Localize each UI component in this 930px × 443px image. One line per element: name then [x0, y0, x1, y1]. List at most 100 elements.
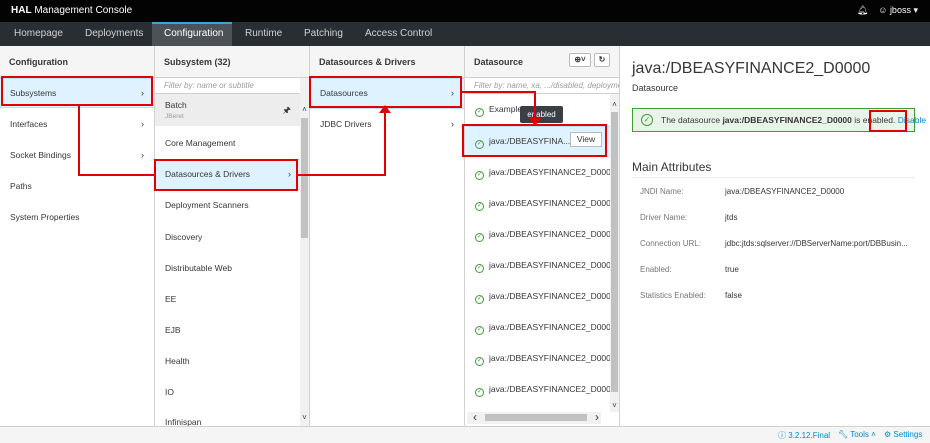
scroll-thumb[interactable]	[485, 414, 587, 421]
subsystem-column: Subsystem (32) Filter by: name or subtit…	[155, 46, 310, 426]
arrow-up-icon	[379, 105, 391, 113]
nav-runtime[interactable]: Runtime	[233, 22, 294, 46]
annotation-line	[298, 174, 386, 176]
config-item-subsystems[interactable]: Subsystems ›	[0, 78, 154, 108]
section-title: Main Attributes	[632, 160, 712, 174]
subsystem-item-distributable-web[interactable]: Distributable Web	[155, 253, 309, 284]
main-nav: Homepage Deployments Configuration Runti…	[0, 22, 930, 46]
nav-configuration[interactable]: Configuration	[152, 22, 232, 46]
check-circle-icon: ✓	[475, 171, 484, 180]
caret-down-icon: ▾	[913, 5, 918, 15]
user-menu[interactable]: ☺ jboss ▾	[878, 5, 918, 16]
scroll-thumb[interactable]	[611, 112, 618, 392]
chevron-right-icon: ›	[451, 119, 454, 129]
check-circle-icon: ✓	[475, 388, 484, 397]
subsystem-item-health[interactable]: Health	[155, 346, 309, 377]
chevron-right-icon: ›	[141, 150, 144, 160]
subsystem-filter-input[interactable]: Filter by: name or subtitle	[155, 78, 309, 94]
annotation-line	[78, 174, 155, 176]
datasource-item[interactable]: ✓ java:/DBEASYFINANCE2_D0005	[465, 281, 619, 312]
subsystem-item-ejb[interactable]: EJB	[155, 315, 309, 346]
bell-icon[interactable]: 🔔︎	[857, 5, 868, 16]
scroll-right-icon[interactable]: ›	[595, 410, 599, 424]
datasource-item[interactable]: ✓ java:/DBEASYFINANCE2_D0006	[465, 312, 619, 343]
column-title: Subsystem (32)	[155, 46, 309, 78]
scroll-up-icon[interactable]: ˄	[610, 100, 619, 109]
ds-item-jdbc-drivers[interactable]: JDBC Drivers ›	[310, 109, 464, 140]
datasource-vscrollbar[interactable]: ˄ ˅	[610, 94, 619, 412]
chevron-right-icon: ›	[288, 169, 291, 179]
tools-menu[interactable]: 🔧︎ Tools ˄	[838, 430, 876, 439]
view-button[interactable]: View	[570, 132, 602, 147]
subsystem-item-ee[interactable]: EE	[155, 284, 309, 315]
page-title: java:/DBEASYFINANCE2_D0000	[632, 60, 871, 77]
check-circle-icon: ✓	[475, 295, 484, 304]
datasource-column: Datasource ⊕˅ ↻ Filter by: name, xa, ...…	[465, 46, 620, 426]
check-circle-icon: ✓	[475, 140, 484, 149]
datasource-hscrollbar[interactable]: ‹ ›	[467, 410, 601, 424]
configuration-column: Configuration Subsystems › Interfaces › So…	[0, 46, 155, 426]
datasource-item[interactable]: ✓ java:/DBEASYFINANCE2_D0004	[465, 250, 619, 281]
wrench-icon: 🔧︎	[838, 430, 849, 439]
attr-value: jdbc:jtds:sqlserver://DBServerName:port/…	[725, 239, 908, 248]
subsystem-item-batch[interactable]: Batch JBeret 🖈︎	[155, 94, 309, 126]
subsystem-item-deployment-scanners[interactable]: Deployment Scanners	[155, 190, 309, 221]
subsystem-item-discovery[interactable]: Discovery	[155, 221, 309, 253]
nav-patching[interactable]: Patching	[292, 22, 355, 46]
check-circle-icon: ✓	[475, 357, 484, 366]
check-circle-icon: ✓	[641, 114, 653, 126]
gear-icon: ⚙	[884, 430, 892, 439]
add-dropdown-button[interactable]: ⊕˅	[569, 53, 591, 67]
masthead: HAL Management Console 🔔︎ ☺ jboss ▾	[0, 0, 930, 22]
config-item-interfaces[interactable]: Interfaces ›	[0, 109, 154, 140]
datasource-item[interactable]: ✓ java:/DBEASYFINANCE2_D0003	[465, 219, 619, 250]
settings-link[interactable]: ⚙ Settings	[884, 430, 922, 439]
disable-link[interactable]: Disable	[898, 115, 926, 125]
annotation-line	[78, 106, 80, 176]
nav-deployments[interactable]: Deployments	[73, 22, 155, 46]
column-title: Datasources & Drivers	[310, 46, 464, 78]
scroll-down-icon[interactable]: ˅	[300, 413, 309, 422]
subsystem-item-io[interactable]: IO	[155, 377, 309, 408]
refresh-button[interactable]: ↻	[594, 53, 610, 67]
pin-icon[interactable]: 🖈︎	[283, 103, 291, 119]
subsystem-scrollbar[interactable]: ˄ ˅	[300, 78, 309, 426]
config-item-system-properties[interactable]: System Properties	[0, 202, 154, 233]
subsystem-item-core-management[interactable]: Core Management	[155, 128, 309, 159]
column-title: Configuration	[0, 46, 154, 78]
scroll-thumb[interactable]	[301, 118, 308, 238]
check-circle-icon: ✓	[475, 108, 484, 117]
config-item-socket-bindings[interactable]: Socket Bindings ›	[0, 140, 154, 171]
enabled-tooltip: enabled	[520, 106, 563, 123]
attr-value: true	[725, 265, 739, 274]
subsystem-item-infinispan[interactable]: Infinispan	[155, 411, 309, 426]
datasources-drivers-column: Datasources & Drivers Datasources › JDBC …	[310, 46, 465, 426]
check-circle-icon: ✓	[475, 326, 484, 335]
chevron-right-icon: ›	[141, 88, 144, 98]
datasource-item[interactable]: ✓ java:/DBEASYFINANCE2_D0001	[465, 157, 619, 188]
datasource-item[interactable]: ✓ java:/DBEASYFINANCE2_D0008	[465, 374, 619, 405]
refresh-icon: ↻	[598, 55, 606, 64]
footer: ⓘ 3.2.12.Final 🔧︎ Tools ˄ ⚙ Settings	[0, 426, 930, 443]
scroll-down-icon[interactable]: ˅	[610, 401, 619, 410]
scroll-left-icon[interactable]: ‹	[473, 410, 477, 424]
column-title: Datasource ⊕˅ ↻	[465, 46, 619, 78]
annotation-line	[534, 91, 536, 121]
annotation-line	[384, 110, 386, 176]
add-icon: ⊕	[574, 55, 582, 64]
subsystem-item-datasources-drivers[interactable]: Datasources & Drivers ›	[155, 159, 309, 190]
nav-homepage[interactable]: Homepage	[2, 22, 75, 46]
datasource-item[interactable]: ✓ java:/DBEASYFINANCE2_D0007	[465, 343, 619, 374]
check-circle-icon: ✓	[475, 202, 484, 211]
datasource-item[interactable]: ✓ java:/DBEASYFINANCE2_D0002	[465, 188, 619, 219]
version-link[interactable]: ⓘ 3.2.12.Final	[778, 430, 830, 441]
arrow-down-icon	[529, 118, 541, 126]
success-alert: ✓ The datasource java:/DBEASYFINANCE2_D0…	[632, 108, 926, 132]
scroll-up-icon[interactable]: ˄	[300, 105, 309, 114]
check-circle-icon: ✓	[475, 233, 484, 242]
nav-access-control[interactable]: Access Control	[353, 22, 444, 46]
attr-label: Connection URL:	[640, 239, 701, 248]
attr-label: Driver Name:	[640, 213, 688, 222]
attr-value: jtds	[725, 213, 738, 222]
info-icon: ⓘ	[778, 431, 786, 440]
